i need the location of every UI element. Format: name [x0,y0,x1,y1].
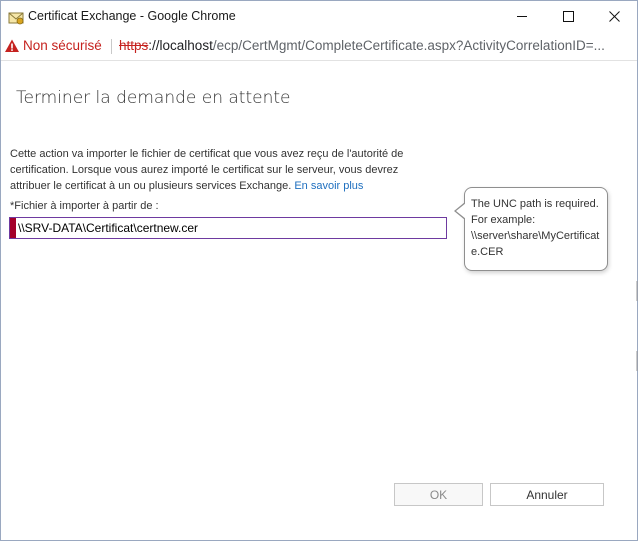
validation-error-indicator [10,218,16,238]
address-divider [111,39,112,54]
file-path-label: *Fichier à importer à partir de : [10,200,159,212]
close-button[interactable] [591,1,637,32]
validation-tooltip: The UNC path is required. For example: \… [454,187,608,271]
envelope-certificate-icon [8,9,24,25]
url-field[interactable]: https://localhost/ecp/CertMgmt/CompleteC… [119,38,633,53]
tooltip-line: \\server\share\MyCertificat [471,230,600,242]
url-path: /ecp/CertMgmt/CompleteCertificate.aspx?A… [212,38,605,53]
security-status[interactable]: Non sécurisé [23,38,102,53]
browser-window: Certificat Exchange - Google Chrome Non … [0,0,638,541]
minimize-button[interactable] [499,1,545,32]
url-host: ://localhost [148,38,213,53]
address-bar[interactable]: Non sécurisé https://localhost/ecp/CertM… [1,32,637,61]
maximize-button[interactable] [545,1,591,32]
url-protocol: https [119,38,149,53]
scrollbar-track[interactable] [632,61,638,540]
page-title: Terminer la demande en attente [16,88,291,108]
maximize-icon [562,11,574,22]
title-bar[interactable]: Certificat Exchange - Google Chrome [1,1,637,32]
tooltip-line: For example: [471,214,536,226]
cancel-button[interactable]: Annuler [490,483,604,506]
tooltip-line: The UNC path is required. [471,198,599,210]
close-icon [608,11,620,22]
ok-button[interactable]: OK [394,483,483,506]
file-path-field[interactable] [9,217,447,239]
tooltip-arrow-fill [456,203,466,219]
window-title: Certificat Exchange - Google Chrome [28,9,236,23]
learn-more-link[interactable]: En savoir plus [294,180,363,192]
warning-triangle-icon[interactable] [4,38,20,54]
description-text: Cette action va importer le fichier de c… [10,146,440,194]
file-path-input[interactable] [18,218,438,238]
minimize-icon [516,11,528,22]
tooltip-line: e.CER [471,246,504,258]
